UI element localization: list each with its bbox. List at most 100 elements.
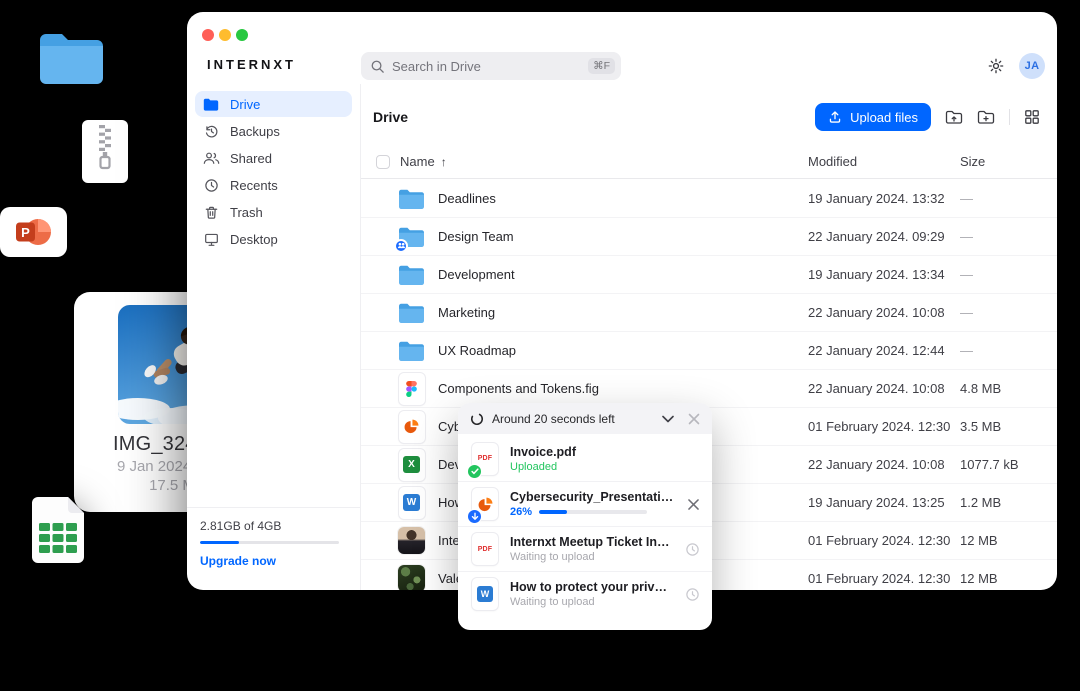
sidebar-item-label: Shared [230, 151, 272, 166]
grid-view-button[interactable] [1024, 109, 1040, 125]
search-icon [370, 59, 385, 74]
table-row[interactable]: Components and Tokens.fig22 January 2024… [361, 369, 1057, 407]
floating-powerpoint-icon[interactable]: P [0, 207, 67, 257]
sidebar-item-recents[interactable]: Recents [195, 172, 352, 198]
upload-eta-text: Around 20 seconds left [492, 412, 654, 426]
sidebar-item-label: Recents [230, 178, 278, 193]
sidebar-item-label: Drive [230, 97, 260, 112]
sort-ascending-icon: ↑ [441, 155, 447, 169]
file-name: Components and Tokens.fig [438, 381, 808, 396]
modified-column-header[interactable]: Modified [808, 154, 960, 169]
folder-icon [398, 261, 425, 289]
trash-icon [202, 204, 220, 220]
table-header: Name ↑ Modified Size [361, 145, 1057, 179]
xls-icon: X [398, 451, 425, 479]
storage-progress-fill [200, 541, 239, 544]
upload-item-name: Invoice.pdf [510, 445, 700, 459]
user-avatar[interactable]: JA [1019, 53, 1045, 79]
storage-panel: 2.81GB of 4GB Upgrade now [187, 507, 360, 590]
search-input[interactable]: Search in Drive ⌘F [361, 52, 621, 80]
file-size: — [960, 343, 1040, 358]
upload-items-list: PDFInvoice.pdfUploadedCybersecurity_Pres… [458, 434, 712, 630]
spinner-icon [470, 412, 484, 426]
minimize-window-button[interactable] [219, 29, 231, 41]
cancel-upload-icon[interactable] [687, 498, 700, 511]
window-controls [202, 29, 248, 41]
file-modified: 19 January 2024. 13:34 [808, 267, 960, 282]
new-folder-button[interactable] [977, 109, 995, 125]
uploading-arrow-icon [467, 509, 482, 524]
file-size: — [960, 229, 1040, 244]
file-name: UX Roadmap [438, 343, 808, 358]
upgrade-link[interactable]: Upgrade now [200, 554, 276, 568]
file-modified: 01 February 2024. 12:30 [808, 533, 960, 548]
file-size: — [960, 267, 1040, 282]
table-row[interactable]: Development19 January 2024. 13:34— [361, 255, 1057, 293]
upload-files-button[interactable]: Upload files [815, 103, 931, 131]
upload-item-name: Internxt Meetup Ticket Info.pdf [510, 535, 673, 549]
collapse-popup-chevron-icon[interactable] [662, 415, 674, 423]
floating-folder-icon[interactable] [38, 30, 105, 93]
sidebar-item-trash[interactable]: Trash [195, 199, 352, 225]
zoom-window-button[interactable] [236, 29, 248, 41]
floating-zip-icon[interactable] [82, 120, 128, 188]
file-modified: 22 January 2024. 10:08 [808, 305, 960, 320]
sidebar: Drive Backups Shared Recents Trash Desktop 2.… [187, 84, 361, 590]
waiting-clock-icon [685, 542, 700, 557]
file-name: Deadlines [438, 191, 808, 206]
table-row[interactable]: Deadlines19 January 2024. 13:32— [361, 179, 1057, 217]
upload-item-name: How to protect your privacy.doc [510, 580, 673, 594]
backup-restore-icon [202, 123, 220, 139]
settings-gear-icon[interactable] [987, 57, 1005, 75]
file-name: Marketing [438, 305, 808, 320]
name-column-header[interactable]: Name ↑ [400, 154, 808, 169]
upload-percent: 26% [510, 506, 532, 518]
file-modified: 22 January 2024. 10:08 [808, 457, 960, 472]
file-size: 1077.7 kB [960, 457, 1040, 472]
storage-progress-bar [200, 541, 339, 544]
upload-folder-button[interactable] [945, 109, 963, 125]
sidebar-nav: Drive Backups Shared Recents Trash Desktop [195, 91, 352, 252]
upload-progress-popup: Around 20 seconds left PDFInvoice.pdfUpl… [458, 403, 712, 630]
shared-folder-badge-icon [394, 239, 408, 253]
select-all-checkbox[interactable] [376, 155, 390, 169]
figma-icon [398, 375, 425, 403]
file-modified: 22 January 2024. 09:29 [808, 229, 960, 244]
table-row[interactable]: Design Team22 January 2024. 09:29— [361, 217, 1057, 255]
table-row[interactable]: UX Roadmap22 January 2024. 12:44— [361, 331, 1057, 369]
people-icon [202, 150, 220, 166]
sidebar-item-label: Trash [230, 205, 263, 220]
folder-icon [398, 299, 425, 327]
file-modified: 22 January 2024. 10:08 [808, 381, 960, 396]
folder-icon [398, 337, 425, 365]
file-modified: 01 February 2024. 12:30 [808, 419, 960, 434]
ppt-icon [398, 413, 425, 441]
pdf-file-icon: PDF [472, 443, 498, 475]
file-size: 12 MB [960, 533, 1040, 548]
desktop-background: P IMG_3245.jpg 9 Jan 202 [0, 0, 1080, 691]
sidebar-item-drive[interactable]: Drive [195, 91, 352, 117]
size-column-header[interactable]: Size [960, 154, 1040, 169]
table-row[interactable]: Marketing22 January 2024. 10:08— [361, 293, 1057, 331]
folder-shared-icon [398, 223, 425, 251]
folder-icon [398, 184, 425, 212]
waiting-clock-icon [685, 587, 700, 602]
floating-spreadsheet-icon[interactable] [32, 497, 84, 568]
sidebar-item-desktop[interactable]: Desktop [195, 226, 352, 252]
upload-item: Cybersecurity_Presentation.ppt26% [458, 481, 712, 526]
file-size: 4.8 MB [960, 381, 1040, 396]
upload-progress-bar [539, 510, 647, 514]
sidebar-item-label: Backups [230, 124, 280, 139]
file-modified: 19 January 2024. 13:25 [808, 495, 960, 510]
desktop-icon [202, 231, 220, 247]
upload-arrow-icon [828, 110, 842, 124]
photo-person-icon [398, 527, 425, 555]
ppt-file-icon [472, 488, 498, 520]
close-popup-icon[interactable] [688, 413, 700, 425]
file-size: 3.5 MB [960, 419, 1040, 434]
upload-item: PDFInternxt Meetup Ticket Info.pdfWaitin… [458, 526, 712, 571]
sidebar-item-backups[interactable]: Backups [195, 118, 352, 144]
app-header: INTERNXT Search in Drive ⌘F JA [187, 12, 1057, 84]
close-window-button[interactable] [202, 29, 214, 41]
sidebar-item-shared[interactable]: Shared [195, 145, 352, 171]
